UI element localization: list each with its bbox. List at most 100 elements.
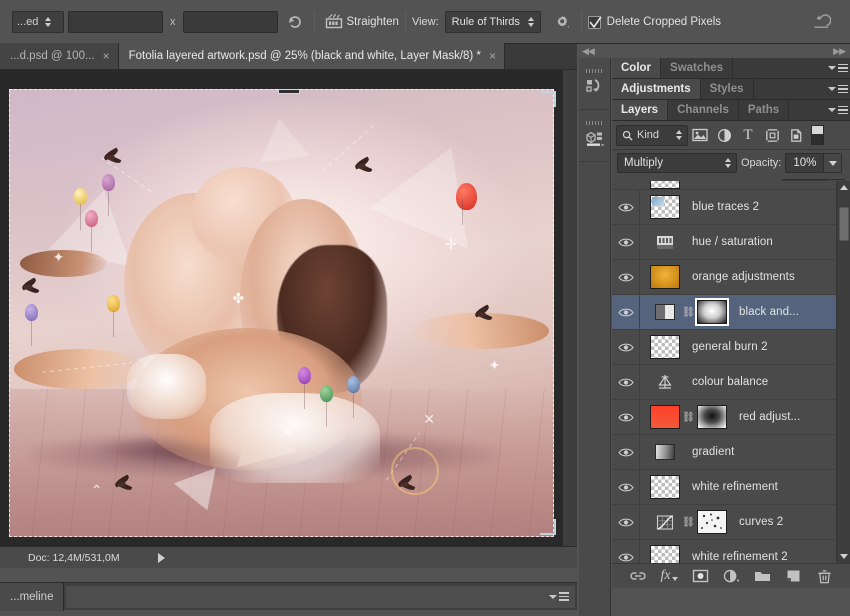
layer-row-partial-above[interactable] xyxy=(612,181,850,190)
filter-shape-layers-button[interactable] xyxy=(760,123,784,147)
filter-enable-toggle[interactable] xyxy=(811,125,824,145)
layer-thumbnail[interactable] xyxy=(650,195,680,219)
layer-mask-thumbnail[interactable] xyxy=(697,510,727,534)
layer-row[interactable]: white refinement 2 xyxy=(612,540,850,563)
layer-thumbnail[interactable] xyxy=(650,370,680,394)
new-group-button[interactable] xyxy=(752,566,772,586)
crop-handle-top[interactable] xyxy=(277,89,300,94)
layer-visibility-toggle[interactable] xyxy=(612,295,640,329)
opacity-control[interactable]: 10% xyxy=(785,153,843,173)
layer-thumbnail[interactable] xyxy=(650,300,680,324)
document-tab-0[interactable]: ...d.psd @ 100... × xyxy=(0,43,119,69)
layer-filter-kind-spinner[interactable] xyxy=(673,130,684,140)
layer-visibility-toggle[interactable] xyxy=(612,260,640,294)
filter-smart-objects-button[interactable] xyxy=(784,123,808,147)
tab-paths[interactable]: Paths xyxy=(738,100,790,120)
layer-list-scrollbar[interactable] xyxy=(836,181,850,563)
delete-layer-button[interactable] xyxy=(814,566,834,586)
document-tab-1[interactable]: Fotolia layered artwork.psd @ 25% (black… xyxy=(118,43,505,69)
layer-thumbnail[interactable] xyxy=(650,475,680,499)
crop-ratio-spinner[interactable] xyxy=(42,17,53,27)
layer-row[interactable]: gradient xyxy=(612,435,850,470)
tab-adjustments[interactable]: Adjustments xyxy=(612,79,701,99)
layer-visibility-toggle[interactable] xyxy=(612,470,640,504)
options-bar-gripper[interactable] xyxy=(0,8,10,36)
layer-visibility-toggle[interactable] xyxy=(612,365,640,399)
layer-row-selected[interactable]: ⛓ black and... xyxy=(612,295,850,330)
crop-ratio-select[interactable]: ...ed xyxy=(12,11,64,33)
layer-row[interactable]: colour balance xyxy=(612,365,850,400)
tab-styles[interactable]: Styles xyxy=(700,79,754,99)
layer-row[interactable]: ⛓ red adjust... xyxy=(612,400,850,435)
layers-panel-menu-button[interactable] xyxy=(826,100,850,120)
tab-channels[interactable]: Channels xyxy=(668,100,739,120)
layer-visibility-toggle[interactable] xyxy=(612,540,640,563)
new-adjustment-layer-button[interactable] xyxy=(721,566,741,586)
layer-thumbnail[interactable] xyxy=(650,335,680,359)
layer-visibility-toggle[interactable] xyxy=(612,400,640,434)
scroll-thumb[interactable] xyxy=(839,207,849,241)
layer-row[interactable]: orange adjustments xyxy=(612,260,850,295)
layer-list[interactable]: blue traces 2 hue / saturation orange ad… xyxy=(612,181,850,563)
tab-timeline[interactable]: ...meline xyxy=(0,582,65,611)
collapse-left-icon[interactable]: ◀◀ xyxy=(582,46,595,57)
crop-handle-top-right[interactable] xyxy=(540,91,556,107)
crop-settings-button[interactable] xyxy=(549,10,575,34)
swap-dimensions-button[interactable] xyxy=(282,10,308,34)
straighten-button[interactable] xyxy=(321,10,347,34)
rail-item-properties-3d[interactable] xyxy=(579,110,611,162)
layer-mask-thumbnail[interactable] xyxy=(695,298,729,326)
layer-thumbnail[interactable] xyxy=(650,230,680,254)
canvas-vertical-scrollbar[interactable] xyxy=(563,70,577,546)
canvas-area[interactable]: ✦ ✤ ✛ ✕ ✕ ⌃ ✦ xyxy=(9,89,554,537)
document-tab-1-close-icon[interactable]: × xyxy=(489,50,496,62)
collapse-right-icon[interactable]: ▶▶ xyxy=(833,46,846,57)
filter-type-layers-button[interactable]: T xyxy=(736,123,760,147)
crop-height-input[interactable] xyxy=(182,11,278,33)
layer-row[interactable]: ⛓ curves 2 xyxy=(612,505,850,540)
document-tab-0-close-icon[interactable]: × xyxy=(103,50,110,62)
tab-color[interactable]: Color xyxy=(612,58,662,78)
timeline-panel-menu-icon[interactable] xyxy=(549,592,569,601)
reset-tool-button[interactable] xyxy=(808,10,834,34)
layer-mask-link-icon[interactable]: ⛓ xyxy=(682,307,695,318)
layer-mask-link-icon[interactable]: ⛓ xyxy=(682,412,695,423)
layer-row[interactable]: hue / saturation xyxy=(612,225,850,260)
crop-handle-bottom-right[interactable] xyxy=(540,519,556,535)
filter-pixel-layers-button[interactable] xyxy=(688,123,712,147)
layer-style-button[interactable]: fx xyxy=(659,566,679,586)
blend-mode-spinner[interactable] xyxy=(722,158,733,168)
layer-thumbnail[interactable] xyxy=(650,545,680,563)
add-layer-mask-button[interactable] xyxy=(690,566,710,586)
scroll-down-arrow[interactable] xyxy=(837,550,850,563)
layer-visibility-toggle[interactable] xyxy=(612,505,640,539)
delete-cropped-pixels-checkbox[interactable]: Delete Cropped Pixels xyxy=(587,15,721,29)
layer-thumbnail[interactable] xyxy=(650,405,680,429)
layer-mask-link-icon[interactable]: ⛓ xyxy=(682,517,695,528)
layer-visibility-toggle[interactable] xyxy=(612,225,640,259)
layer-thumbnail[interactable] xyxy=(650,265,680,289)
straighten-label[interactable]: Straighten xyxy=(347,16,399,28)
filter-adjustment-layers-button[interactable] xyxy=(712,123,736,147)
layer-visibility-toggle[interactable] xyxy=(612,190,640,224)
layer-filter-kind-select[interactable]: Kind xyxy=(616,124,688,146)
tab-swatches[interactable]: Swatches xyxy=(661,58,734,78)
layer-row[interactable]: general burn 2 xyxy=(612,330,850,365)
crop-overlay-view-select[interactable]: Rule of Thirds xyxy=(444,11,541,33)
color-panel-menu-button[interactable] xyxy=(826,58,850,78)
status-menu-arrow-icon[interactable] xyxy=(157,552,165,563)
view-spinner[interactable] xyxy=(526,17,537,27)
layer-thumbnail[interactable] xyxy=(650,440,680,464)
opacity-slider-dropdown[interactable] xyxy=(823,154,842,172)
tab-layers[interactable]: Layers xyxy=(612,100,669,120)
blend-mode-select[interactable]: Multiply xyxy=(617,153,737,173)
layer-row[interactable]: blue traces 2 xyxy=(612,190,850,225)
layer-row[interactable]: white refinement xyxy=(612,470,850,505)
new-layer-button[interactable] xyxy=(783,566,803,586)
layer-visibility-toggle[interactable] xyxy=(612,435,640,469)
rail-item-history[interactable] xyxy=(579,58,611,110)
layer-mask-thumbnail[interactable] xyxy=(697,405,727,429)
layer-visibility-toggle[interactable] xyxy=(612,330,640,364)
link-layers-button[interactable] xyxy=(628,566,648,586)
crop-width-input[interactable] xyxy=(68,11,163,33)
